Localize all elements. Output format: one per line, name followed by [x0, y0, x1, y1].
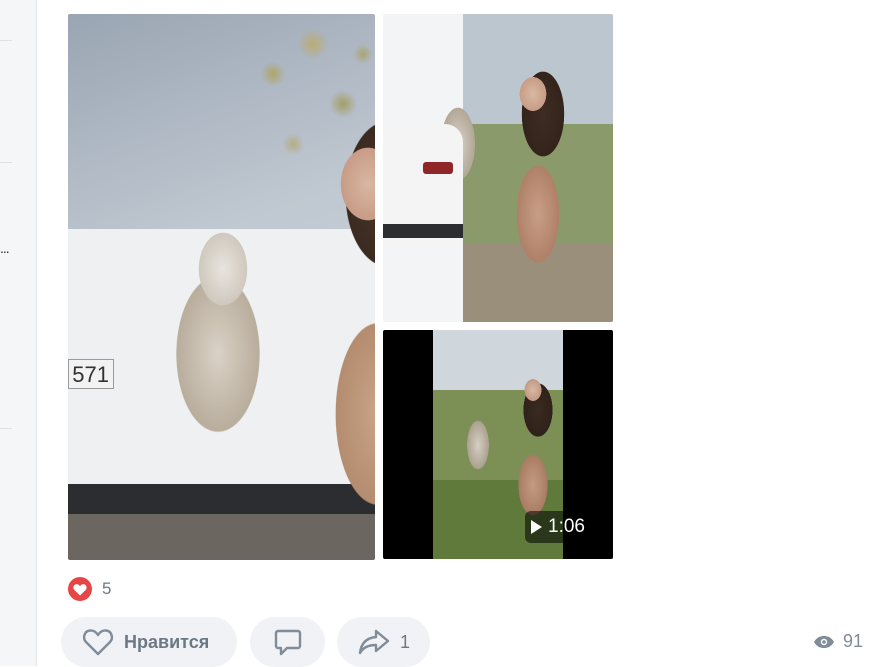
left-sidebar: ... [0, 0, 37, 666]
like-button[interactable]: Нравится [61, 617, 237, 667]
post-video-thumbnail[interactable]: 1:06 [383, 330, 613, 559]
car-plate: 571 [68, 359, 114, 389]
video-duration: 1:06 [548, 516, 585, 537]
sidebar-divider [0, 162, 12, 163]
sidebar-divider [0, 40, 12, 41]
reaction-count: 5 [102, 579, 112, 598]
heart-glyph [73, 583, 87, 595]
post-photo-secondary[interactable] [383, 14, 613, 322]
comment-button[interactable] [250, 617, 325, 667]
post-photo-main[interactable]: 571 [68, 14, 375, 560]
heart-icon [68, 577, 92, 601]
eye-icon [813, 635, 834, 648]
sidebar-divider [0, 428, 12, 429]
play-icon [531, 520, 543, 534]
photo-car-taillight [423, 162, 453, 174]
like-label: Нравится [124, 631, 210, 652]
views-count: 91 [842, 631, 863, 651]
photo-car-bumper [383, 224, 463, 238]
photo-foliage [243, 14, 375, 214]
views-counter: 91 [813, 631, 863, 652]
reactions-summary[interactable]: 5 [68, 577, 111, 601]
share-icon [358, 629, 390, 655]
comment-icon [274, 629, 301, 656]
share-button[interactable]: 1 [337, 617, 430, 667]
heart-outline-icon [82, 629, 114, 656]
more-icon[interactable]: ... [0, 240, 10, 256]
share-count: 1 [400, 631, 411, 652]
video-duration-badge: 1:06 [525, 511, 593, 543]
